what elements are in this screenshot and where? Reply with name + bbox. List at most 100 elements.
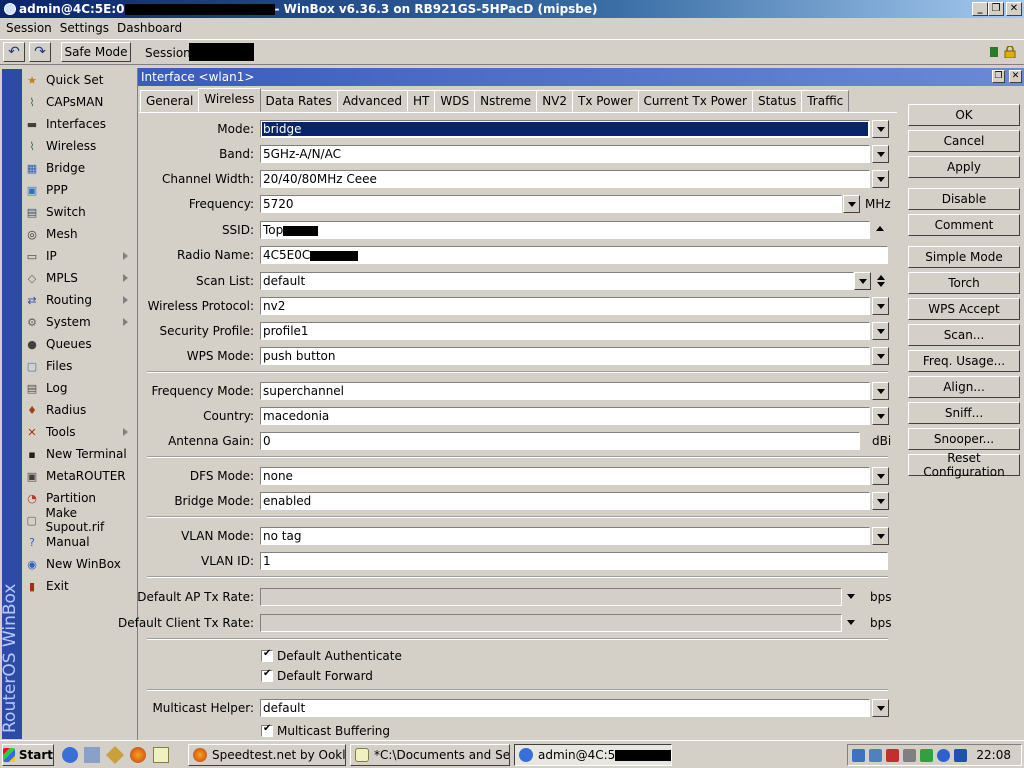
vlan-mode-select[interactable]: no tag [260,527,870,545]
radio-name-input[interactable]: 4C5E0C [260,246,888,264]
align-button[interactable]: Align... [908,376,1020,398]
tab-ht[interactable]: HT [407,90,436,112]
tab-nv2[interactable]: NV2 [536,90,574,112]
sidebar-item-new-winbox[interactable]: ◉ New WinBox [22,553,136,575]
task-winbox[interactable]: admin@4C:5 [514,744,672,766]
task-notepad[interactable]: *C:\Documents and Setti... [350,744,510,766]
sidebar-item-interfaces[interactable]: ▬ Interfaces [22,113,136,135]
default-authenticate-checkbox[interactable]: Default Authenticate [261,648,402,663]
tab-status[interactable]: Status [751,90,803,112]
sidebar-item-log[interactable]: ▤ Log [22,377,136,399]
bluetooth-icon[interactable] [954,748,967,762]
ssid-input[interactable]: Top [260,221,870,239]
default-client-tx-rate-dropdown-button[interactable] [843,614,860,632]
default-forward-checkbox[interactable]: Default Forward [261,668,373,683]
dfs-mode-select[interactable]: none [260,467,870,485]
wps-mode-select[interactable]: push button [260,347,870,365]
menu-settings[interactable]: Settings [56,21,113,35]
scan-list-dropdown-button[interactable] [854,272,871,290]
security-icon[interactable] [920,748,933,762]
restore-window-button[interactable]: ❐ [992,70,1005,83]
scan-list-select[interactable]: default [260,272,854,290]
redo-button[interactable]: ↷ [29,42,51,62]
antenna-gain-input[interactable]: 0 [260,432,860,450]
security-profile-select[interactable]: profile1 [260,322,870,340]
notepad-icon[interactable] [153,747,169,763]
default-client-tx-rate-input[interactable] [260,614,842,632]
apply-button[interactable]: Apply [908,156,1020,178]
sidebar-item-switch[interactable]: ▤ Switch [22,201,136,223]
sidebar-item-ip[interactable]: ▭ IP [22,245,136,267]
frequency-mode-select[interactable]: superchannel [260,382,870,400]
sidebar-item-bridge[interactable]: ▦ Bridge [22,157,136,179]
frequency-mode-dropdown-button[interactable] [872,382,889,400]
sidebar-item-mesh[interactable]: ◎ Mesh [22,223,136,245]
tools-quicklaunch-icon[interactable] [105,745,125,765]
tab-current-tx-power[interactable]: Current Tx Power [637,90,753,112]
bridge-mode-select[interactable]: enabled [260,492,870,510]
firefox-icon[interactable] [130,747,146,763]
sidebar-item-make-supout-rif[interactable]: ▢ Make Supout.rif [22,506,136,534]
security-profile-dropdown-button[interactable] [872,322,889,340]
channel-width-dropdown-button[interactable] [872,170,889,188]
cancel-button[interactable]: Cancel [908,130,1020,152]
close-button[interactable]: ✕ [1006,2,1022,16]
wireless-protocol-select[interactable]: nv2 [260,297,870,315]
frequency-select[interactable]: 5720 [260,195,842,213]
reset-configuration-button[interactable]: Reset Configuration [908,451,1020,479]
dfs-mode-dropdown-button[interactable] [872,467,889,485]
network-connection-icon[interactable] [869,748,882,762]
sidebar-item-tools[interactable]: ✕ Tools [22,421,136,443]
sidebar-item-ppp[interactable]: ▣ PPP [22,179,136,201]
tab-advanced[interactable]: Advanced [336,90,409,112]
freq-usage-button[interactable]: Freq. Usage... [908,350,1020,372]
vlan-mode-dropdown-button[interactable] [872,527,889,545]
sidebar-item-manual[interactable]: ? Manual [22,531,136,553]
tab-wds[interactable]: WDS [434,90,476,112]
channel-width-select[interactable]: 20/40/80MHz Ceee [260,170,870,188]
wireless-protocol-dropdown-button[interactable] [872,297,889,315]
undo-button[interactable]: ↶ [3,42,25,62]
calculator-icon[interactable] [84,747,100,763]
scan-button[interactable]: Scan... [908,324,1020,346]
sidebar-item-radius[interactable]: ♦ Radius [22,399,136,421]
mode-select[interactable]: bridge [260,120,870,138]
mode-dropdown-button[interactable] [872,120,889,138]
close-window-button[interactable]: ✕ [1009,70,1022,83]
sidebar-item-wireless[interactable]: ⌇ Wireless [22,135,136,157]
multicast-helper-select[interactable]: default [260,699,870,717]
tab-traffic[interactable]: Traffic [801,90,850,112]
torch-button[interactable]: Torch [908,272,1020,294]
internet-explorer-icon[interactable] [62,747,78,763]
band-select[interactable]: 5GHz-A/N/AC [260,145,870,163]
info-icon[interactable] [937,748,950,762]
snooper-button[interactable]: Snooper... [908,428,1020,450]
disable-button[interactable]: Disable [908,188,1020,210]
sidebar-item-files[interactable]: ▢ Files [22,355,136,377]
sidebar-item-mpls[interactable]: ◇ MPLS [22,267,136,289]
tab-nstreme[interactable]: Nstreme [474,90,538,112]
sidebar-item-queues[interactable]: ● Queues [22,333,136,355]
wps-accept-button[interactable]: WPS Accept [908,298,1020,320]
country-dropdown-button[interactable] [872,407,889,425]
sidebar-item-exit[interactable]: ▮ Exit [22,575,136,597]
tab-general[interactable]: General [140,90,200,112]
sidebar-item-new-terminal[interactable]: ▪ New Terminal [22,443,136,465]
tab-tx-power[interactable]: Tx Power [572,90,639,112]
ssid-collapse-icon[interactable] [876,226,884,231]
bridge-mode-dropdown-button[interactable] [872,492,889,510]
country-select[interactable]: macedonia [260,407,870,425]
sidebar-item-routing[interactable]: ⇄ Routing [22,289,136,311]
start-button[interactable]: Start [2,744,54,766]
volume-icon[interactable] [903,748,916,762]
task-speedtest[interactable]: Speedtest.net by Ookla ... [188,744,346,766]
sidebar-item-quick-set[interactable]: ★ Quick Set [22,69,136,91]
multicast-buffering-checkbox[interactable]: Multicast Buffering [261,723,390,738]
simple-mode-button[interactable]: Simple Mode [908,246,1020,268]
network-disconnected-icon[interactable] [886,748,899,762]
sidebar-item-system[interactable]: ⚙ System [22,311,136,333]
sidebar-item-metarouter[interactable]: ▣ MetaROUTER [22,465,136,487]
multicast-helper-dropdown-button[interactable] [872,699,889,717]
maximize-button[interactable]: ❐ [988,2,1004,16]
tab-data-rates[interactable]: Data Rates [259,90,338,112]
